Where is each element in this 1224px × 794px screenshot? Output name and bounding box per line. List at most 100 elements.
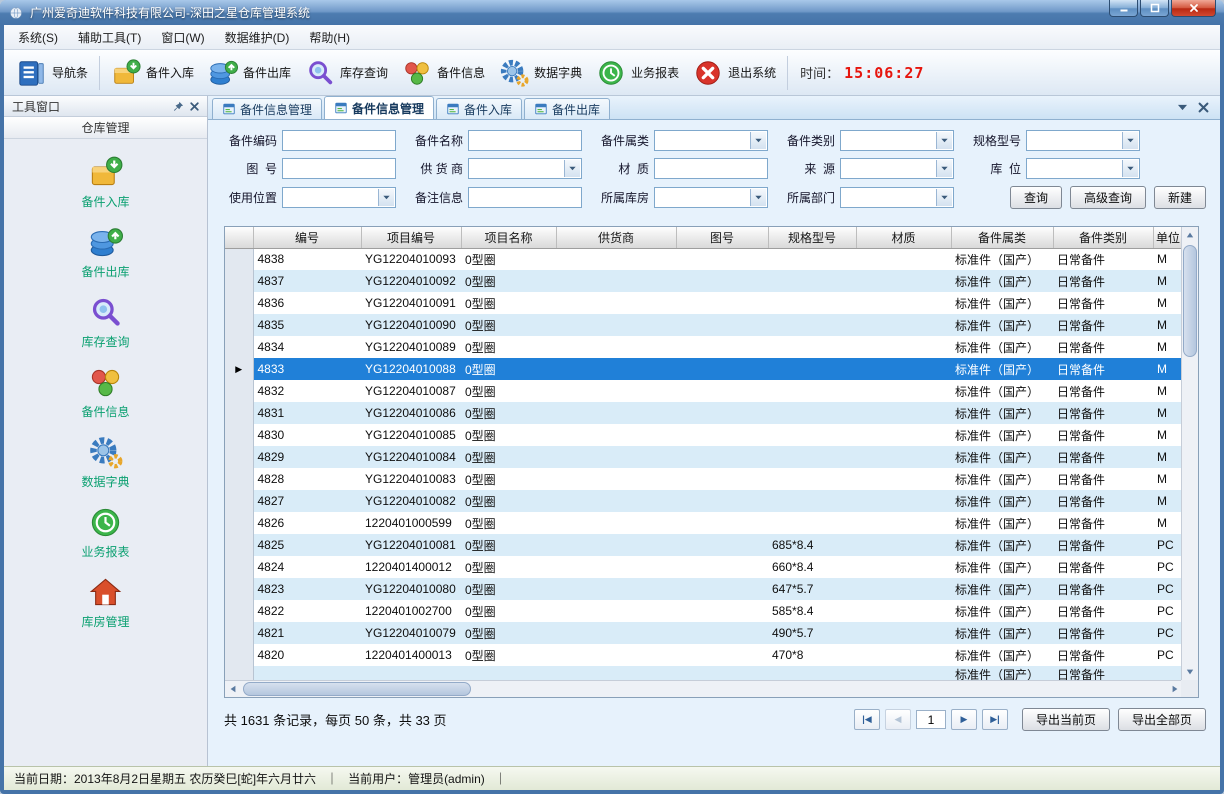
sidebar-item-data-dict[interactable]: 数据字典 bbox=[4, 435, 207, 490]
panel-close-icon[interactable] bbox=[186, 98, 202, 114]
vertical-scroll-thumb[interactable] bbox=[1183, 245, 1197, 357]
sidebar-item-stock-query[interactable]: 库存查询 bbox=[4, 295, 207, 350]
table-row[interactable]: 4823YG122040100800型圈647*5.7标准件（国产）日常备件PC bbox=[225, 578, 1183, 600]
close-button[interactable] bbox=[1171, 0, 1216, 17]
toolbar-button-parts-out[interactable]: 备件出库 bbox=[201, 54, 298, 92]
toolbar-button-navbar[interactable]: 导航条 bbox=[10, 54, 95, 92]
pin-icon[interactable] bbox=[170, 98, 186, 114]
menu-system[interactable]: 系统(S) bbox=[8, 25, 68, 50]
sidebar-item-parts-in[interactable]: 备件入库 bbox=[4, 155, 207, 210]
advanced-query-button[interactable]: 高级查询 bbox=[1070, 186, 1146, 209]
maximize-button[interactable] bbox=[1140, 0, 1169, 17]
prev-page-button[interactable]: ◀ bbox=[885, 709, 911, 730]
row-selector[interactable] bbox=[225, 248, 253, 270]
sidebar-item-parts-info[interactable]: 备件信息 bbox=[4, 365, 207, 420]
row-selector[interactable] bbox=[225, 380, 253, 402]
row-selector[interactable]: ▶ bbox=[225, 358, 253, 380]
table-row[interactable]: 482012204014000130型圈470*8标准件（国产）日常备件PC bbox=[225, 644, 1183, 666]
query-button[interactable]: 查询 bbox=[1010, 186, 1062, 209]
minimize-button[interactable] bbox=[1109, 0, 1138, 17]
scroll-left-icon[interactable] bbox=[225, 681, 241, 697]
row-selector[interactable] bbox=[225, 622, 253, 644]
part-code-input[interactable] bbox=[282, 130, 396, 151]
chevron-down-icon[interactable] bbox=[1176, 101, 1189, 114]
col-material[interactable]: 材质 bbox=[856, 227, 951, 248]
toolbar-button-exit[interactable]: 退出系统 bbox=[686, 54, 783, 92]
horizontal-scrollbar[interactable] bbox=[225, 680, 1183, 697]
row-selector[interactable] bbox=[225, 556, 253, 578]
tab-parts-in[interactable]: 备件入库 bbox=[436, 98, 522, 119]
toolbar-button-report[interactable]: 业务报表 bbox=[589, 54, 686, 92]
toolbar-button-parts-info[interactable]: 备件信息 bbox=[395, 54, 492, 92]
row-selector[interactable] bbox=[225, 468, 253, 490]
table-row[interactable]: 4830YG122040100850型圈标准件（国产）日常备件M bbox=[225, 424, 1183, 446]
tab-parts-info-mgmt-2[interactable]: 备件信息管理 bbox=[324, 96, 434, 119]
warehouse-select[interactable] bbox=[654, 187, 768, 208]
drawing-no-input[interactable] bbox=[282, 158, 396, 179]
row-selector[interactable] bbox=[225, 270, 253, 292]
menu-data-maintain[interactable]: 数据维护(D) bbox=[215, 25, 300, 50]
row-selector[interactable] bbox=[225, 314, 253, 336]
table-row[interactable]: 4825YG122040100810型圈685*8.4标准件（国产）日常备件PC bbox=[225, 534, 1183, 556]
scroll-up-icon[interactable] bbox=[1182, 227, 1198, 243]
material-input[interactable] bbox=[654, 158, 768, 179]
row-selector[interactable] bbox=[225, 600, 253, 622]
department-select[interactable] bbox=[840, 187, 954, 208]
col-project-name[interactable]: 项目名称 bbox=[461, 227, 556, 248]
supplier-select[interactable] bbox=[468, 158, 582, 179]
table-row[interactable]: 482412204014000120型圈660*8.4标准件（国产）日常备件PC bbox=[225, 556, 1183, 578]
table-row[interactable]: 4838YG122040100930型圈标准件（国产）日常备件M bbox=[225, 248, 1183, 270]
row-selector[interactable] bbox=[225, 402, 253, 424]
tab-close-icon[interactable] bbox=[1197, 101, 1210, 114]
toolbar-button-parts-in[interactable]: 备件入库 bbox=[104, 54, 201, 92]
export-current-page-button[interactable]: 导出当前页 bbox=[1022, 708, 1110, 731]
col-selector[interactable] bbox=[225, 227, 253, 248]
tab-parts-info-mgmt-1[interactable]: 备件信息管理 bbox=[212, 98, 322, 119]
page-number-input[interactable] bbox=[916, 710, 946, 729]
row-selector[interactable] bbox=[225, 534, 253, 556]
menu-window[interactable]: 窗口(W) bbox=[151, 25, 214, 50]
row-selector[interactable] bbox=[225, 512, 253, 534]
col-id[interactable]: 编号 bbox=[253, 227, 361, 248]
col-unit[interactable]: 单位 bbox=[1153, 227, 1183, 248]
export-all-pages-button[interactable]: 导出全部页 bbox=[1118, 708, 1206, 731]
first-page-button[interactable]: |◀ bbox=[854, 709, 880, 730]
row-selector[interactable] bbox=[225, 446, 253, 468]
last-page-button[interactable]: ▶| bbox=[982, 709, 1008, 730]
col-type[interactable]: 备件类别 bbox=[1053, 227, 1153, 248]
col-category[interactable]: 备件属类 bbox=[951, 227, 1053, 248]
part-name-input[interactable] bbox=[468, 130, 582, 151]
usage-position-select[interactable] bbox=[282, 187, 396, 208]
row-selector[interactable] bbox=[225, 336, 253, 358]
remark-input[interactable] bbox=[468, 187, 582, 208]
table-row[interactable]: 4821YG122040100790型圈490*5.7标准件（国产）日常备件PC bbox=[225, 622, 1183, 644]
part-category-select[interactable] bbox=[840, 130, 954, 151]
sidebar-item-warehouse-mgmt[interactable]: 库房管理 bbox=[4, 575, 207, 630]
table-row[interactable]: 4828YG122040100830型圈标准件（国产）日常备件M bbox=[225, 468, 1183, 490]
table-row[interactable]: ▶4833YG122040100880型圈标准件（国产）日常备件M bbox=[225, 358, 1183, 380]
new-button[interactable]: 新建 bbox=[1154, 186, 1206, 209]
menu-aux-tools[interactable]: 辅助工具(T) bbox=[68, 25, 151, 50]
table-row[interactable]: 482612204010005990型圈标准件（国产）日常备件M bbox=[225, 512, 1183, 534]
tab-parts-out[interactable]: 备件出库 bbox=[524, 98, 610, 119]
source-select[interactable] bbox=[840, 158, 954, 179]
part-genus-select[interactable] bbox=[654, 130, 768, 151]
col-spec[interactable]: 规格型号 bbox=[768, 227, 856, 248]
row-selector[interactable] bbox=[225, 490, 253, 512]
sidebar-item-report[interactable]: 业务报表 bbox=[4, 505, 207, 560]
table-row[interactable]: 4837YG122040100920型圈标准件（国产）日常备件M bbox=[225, 270, 1183, 292]
menu-help[interactable]: 帮助(H) bbox=[299, 25, 360, 50]
vertical-scrollbar[interactable] bbox=[1181, 227, 1198, 680]
row-selector[interactable] bbox=[225, 292, 253, 314]
spec-model-select[interactable] bbox=[1026, 130, 1140, 151]
table-row[interactable]: 4831YG122040100860型圈标准件（国产）日常备件M bbox=[225, 402, 1183, 424]
next-page-button[interactable]: ▶ bbox=[951, 709, 977, 730]
horizontal-scroll-thumb[interactable] bbox=[243, 682, 471, 696]
table-row[interactable]: 4834YG122040100890型圈标准件（国产）日常备件M bbox=[225, 336, 1183, 358]
table-row[interactable]: 4835YG122040100900型圈标准件（国产）日常备件M bbox=[225, 314, 1183, 336]
table-row[interactable]: 482212204010027000型圈585*8.4标准件（国产）日常备件PC bbox=[225, 600, 1183, 622]
toolbar-button-data-dict[interactable]: 数据字典 bbox=[492, 54, 589, 92]
location-select[interactable] bbox=[1026, 158, 1140, 179]
sidebar-section-warehouse[interactable]: 仓库管理 bbox=[4, 117, 207, 139]
col-supplier[interactable]: 供货商 bbox=[556, 227, 676, 248]
